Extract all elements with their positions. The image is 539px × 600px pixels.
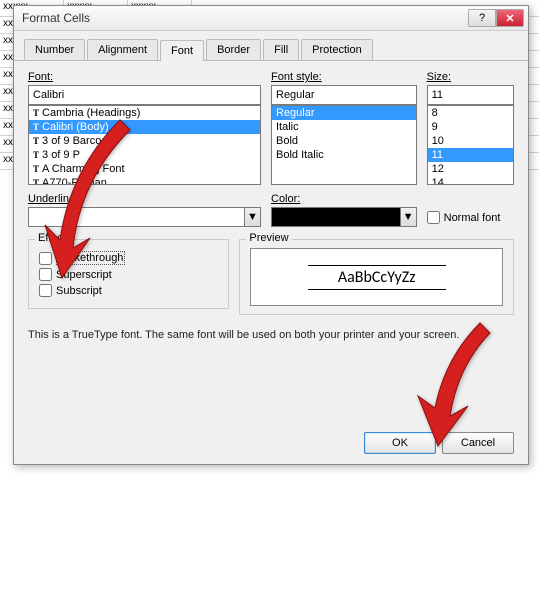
help-button[interactable]: ? bbox=[468, 9, 496, 27]
titlebar: Format Cells ? ✕ bbox=[14, 6, 528, 31]
font-label: Font: bbox=[28, 71, 261, 83]
font-input[interactable] bbox=[28, 85, 261, 105]
tab-alignment[interactable]: Alignment bbox=[87, 39, 158, 60]
underline-combo[interactable] bbox=[28, 207, 245, 227]
font-style-listbox[interactable]: Regular Italic Bold Bold Italic bbox=[271, 105, 417, 185]
list-item[interactable]: Bold Italic bbox=[272, 148, 416, 162]
preview-group: Preview AaBbCcYyZz bbox=[239, 239, 514, 315]
list-item[interactable]: Regular bbox=[272, 106, 416, 120]
size-label: Size: bbox=[427, 71, 514, 83]
preview-label: Preview bbox=[246, 232, 291, 244]
list-item[interactable]: 12 bbox=[428, 162, 513, 176]
close-button[interactable]: ✕ bbox=[496, 9, 524, 27]
tab-border[interactable]: Border bbox=[206, 39, 261, 60]
list-item[interactable]: TCalibri (Body) bbox=[29, 120, 260, 134]
truetype-icon: T bbox=[33, 122, 39, 132]
chevron-down-icon: ▼ bbox=[247, 211, 258, 223]
truetype-icon: T bbox=[33, 150, 39, 160]
list-item[interactable]: T3 of 9 Barcode bbox=[29, 134, 260, 148]
list-item[interactable]: TA Charming Font bbox=[29, 162, 260, 176]
tab-font[interactable]: Font bbox=[160, 40, 204, 61]
list-item[interactable]: Bold bbox=[272, 134, 416, 148]
truetype-icon: T bbox=[33, 178, 39, 185]
list-item[interactable]: T3 of 9 P bbox=[29, 148, 260, 162]
list-item[interactable]: 11 bbox=[428, 148, 513, 162]
preview-box: AaBbCcYyZz bbox=[250, 248, 503, 306]
superscript-checkbox[interactable] bbox=[39, 268, 52, 281]
truetype-icon: T bbox=[33, 136, 39, 146]
tab-number[interactable]: Number bbox=[24, 39, 85, 60]
strikethrough-checkbox[interactable] bbox=[39, 252, 52, 265]
effects-label: Effects bbox=[35, 232, 74, 244]
tab-strip: Number Alignment Font Border Fill Protec… bbox=[14, 31, 528, 61]
preview-sample: AaBbCcYyZz bbox=[308, 265, 446, 290]
underline-dropdown-button[interactable]: ▼ bbox=[245, 207, 261, 227]
chevron-down-icon: ▼ bbox=[403, 211, 414, 223]
ok-button[interactable]: OK bbox=[364, 432, 436, 454]
format-cells-dialog: Format Cells ? ✕ Number Alignment Font B… bbox=[13, 5, 529, 465]
list-item[interactable]: 10 bbox=[428, 134, 513, 148]
truetype-icon: T bbox=[33, 108, 39, 118]
list-item[interactable]: 8 bbox=[428, 106, 513, 120]
list-item[interactable]: Italic bbox=[272, 120, 416, 134]
help-icon: ? bbox=[479, 12, 485, 24]
list-item[interactable]: 9 bbox=[428, 120, 513, 134]
list-item[interactable]: TA770-Roman bbox=[29, 176, 260, 185]
close-icon: ✕ bbox=[505, 12, 514, 25]
color-dropdown-button[interactable]: ▼ bbox=[401, 207, 417, 227]
normal-font-label: Normal font bbox=[444, 212, 501, 224]
subscript-label: Subscript bbox=[56, 285, 102, 297]
truetype-icon: T bbox=[33, 164, 39, 174]
list-item[interactable]: TCambria (Headings) bbox=[29, 106, 260, 120]
size-listbox[interactable]: 8 9 10 11 12 14 bbox=[427, 105, 514, 185]
effects-group: Effects Strikethrough Superscript Subscr… bbox=[28, 239, 229, 309]
font-description: This is a TrueType font. The same font w… bbox=[28, 329, 514, 341]
size-input[interactable] bbox=[427, 85, 514, 105]
color-label: Color: bbox=[271, 193, 417, 205]
font-style-label: Font style: bbox=[271, 71, 417, 83]
font-style-input[interactable] bbox=[271, 85, 417, 105]
font-listbox[interactable]: TCambria (Headings) TCalibri (Body) T3 o… bbox=[28, 105, 261, 185]
tab-protection[interactable]: Protection bbox=[301, 39, 373, 60]
cancel-button[interactable]: Cancel bbox=[442, 432, 514, 454]
dialog-title: Format Cells bbox=[22, 11, 468, 25]
superscript-label: Superscript bbox=[56, 269, 112, 281]
underline-label: Underline: bbox=[28, 193, 261, 205]
subscript-checkbox[interactable] bbox=[39, 284, 52, 297]
color-swatch[interactable] bbox=[271, 207, 401, 227]
strikethrough-label: Strikethrough bbox=[56, 251, 125, 265]
normal-font-checkbox[interactable] bbox=[427, 211, 440, 224]
list-item[interactable]: 14 bbox=[428, 176, 513, 185]
tab-fill[interactable]: Fill bbox=[263, 39, 299, 60]
